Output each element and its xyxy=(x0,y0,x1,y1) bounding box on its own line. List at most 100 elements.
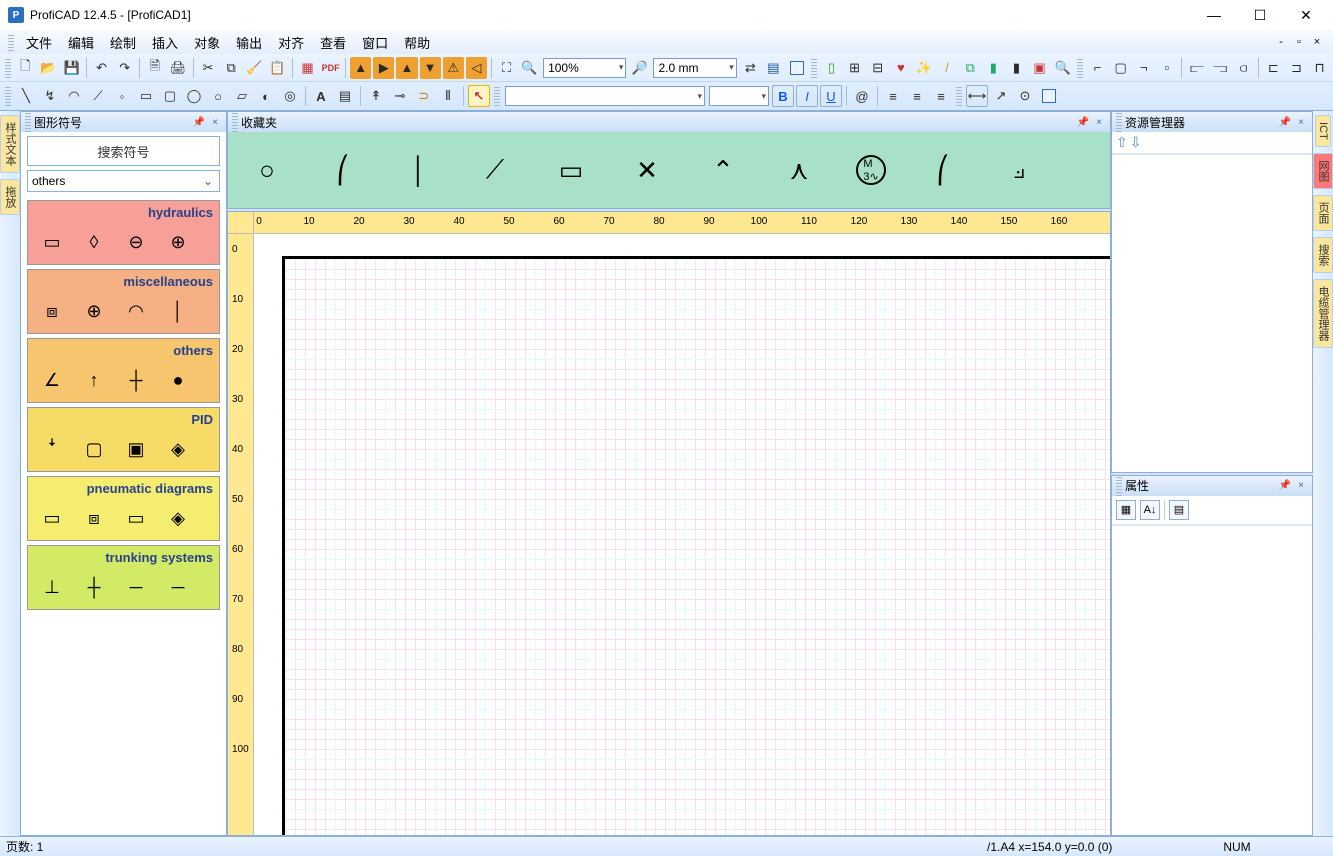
align-hc-obj[interactable]: ▢ xyxy=(1110,57,1131,79)
tool-brush-button[interactable]: / xyxy=(937,57,958,79)
fav-symbol-8[interactable]: ⋏ xyxy=(780,151,818,189)
align-top-obj[interactable]: ▫ xyxy=(1156,57,1177,79)
category-pid[interactable]: PID ꜜ▢▣◈ xyxy=(27,407,220,472)
tool-find-button[interactable]: 🔍 xyxy=(1052,57,1073,79)
italic-button[interactable]: I xyxy=(796,85,818,107)
color-button[interactable] xyxy=(786,57,807,79)
zoom-combo[interactable]: 100% xyxy=(543,58,626,78)
donut-tool[interactable]: ◎ xyxy=(279,85,301,107)
menu-output[interactable]: 输出 xyxy=(228,31,270,54)
arrange-3[interactable]: ⊓ xyxy=(1309,57,1330,79)
category-pneumatic[interactable]: pneumatic diagrams ▭⧈▭◈ xyxy=(27,476,220,541)
maximize-button[interactable]: ☐ xyxy=(1237,0,1283,30)
pin-icon[interactable]: 📌 xyxy=(1278,479,1292,493)
snap-grid-button[interactable]: ⇄ xyxy=(740,57,761,79)
fav-symbol-6[interactable]: ✕ xyxy=(628,151,666,189)
tool-green1[interactable]: ▯ xyxy=(821,57,842,79)
print-button[interactable]: 🖨 xyxy=(167,57,188,79)
new-button[interactable]: 🗋 xyxy=(15,57,36,79)
underline-button[interactable]: U xyxy=(820,85,842,107)
minimize-button[interactable]: — xyxy=(1191,0,1237,30)
cut-button[interactable]: ✂ xyxy=(197,57,218,79)
close-icon[interactable]: × xyxy=(1294,479,1308,493)
curve-tool[interactable]: ⟋ xyxy=(87,85,109,107)
paste-button[interactable]: 📋 xyxy=(267,57,288,79)
snap-combo[interactable]: 2.0 mm xyxy=(653,58,736,78)
close-button[interactable]: ✕ xyxy=(1283,0,1329,30)
flip-h-button[interactable]: ▲ xyxy=(350,57,371,79)
fav-symbol-9[interactable]: M3∿ xyxy=(856,155,886,185)
ruler-vertical[interactable]: 0102030405060708090100 xyxy=(228,234,254,835)
side-tab-search[interactable]: 搜索 xyxy=(1313,237,1333,273)
undo-button[interactable]: ↶ xyxy=(91,57,112,79)
preview-button[interactable]: 🗎 xyxy=(144,57,165,79)
polyline-tool[interactable]: ↯ xyxy=(39,85,61,107)
align-right-obj[interactable]: ¬ xyxy=(1133,57,1154,79)
ellipse-tool[interactable]: ◯ xyxy=(183,85,205,107)
category-select[interactable]: others xyxy=(27,170,220,192)
menu-view[interactable]: 查看 xyxy=(312,31,354,54)
prop-pages-button[interactable]: ▤ xyxy=(1169,500,1189,520)
dim-h-button[interactable]: ⟷ xyxy=(966,85,988,107)
tool-heart-button[interactable]: ♥ xyxy=(890,57,911,79)
save-button[interactable]: 💾 xyxy=(61,57,82,79)
menu-insert[interactable]: 插入 xyxy=(144,31,186,54)
tool-layers-button[interactable]: ⧉ xyxy=(960,57,981,79)
align-center-button[interactable]: ≡ xyxy=(906,85,928,107)
zoom-out-button[interactable]: 🔎 xyxy=(629,57,650,79)
prop-sort-button[interactable]: A↓ xyxy=(1140,500,1160,520)
menu-window[interactable]: 窗口 xyxy=(354,31,396,54)
explorer-body[interactable] xyxy=(1112,154,1312,472)
align-right-button[interactable]: ≡ xyxy=(930,85,952,107)
pointer-tool[interactable]: ↖ xyxy=(468,85,490,107)
copy-button[interactable]: ⧉ xyxy=(221,57,242,79)
text-tool[interactable]: A xyxy=(310,85,332,107)
category-hydraulics[interactable]: hydraulics ▭◊⊖⊕ xyxy=(27,200,220,265)
align-left-obj[interactable]: ⌐ xyxy=(1087,57,1108,79)
tool-org-button[interactable]: ⊞ xyxy=(844,57,865,79)
dist-h[interactable]: ⫍ xyxy=(1186,57,1207,79)
dimension-tool[interactable]: ↟ xyxy=(365,85,387,107)
properties-body[interactable] xyxy=(1112,525,1312,836)
side-tab-dragdrop[interactable]: 拖放 xyxy=(0,179,20,215)
bus-tool[interactable]: ⦀ xyxy=(437,85,459,107)
junction-tool[interactable]: ⊃ xyxy=(413,85,435,107)
pin-icon[interactable]: 📌 xyxy=(1076,115,1090,129)
circle-tool[interactable]: ○ xyxy=(207,85,229,107)
image-button[interactable]: ▦ xyxy=(297,57,318,79)
font-size-combo[interactable] xyxy=(709,86,769,106)
category-trunking[interactable]: trunking systems ⊥┼── xyxy=(27,545,220,610)
close-icon[interactable]: × xyxy=(208,115,222,129)
nav-up-icon[interactable]: ⇧ xyxy=(1116,134,1128,151)
dim-circle-button[interactable]: ⊙ xyxy=(1014,85,1036,107)
flip-v-button[interactable]: ▶ xyxy=(373,57,394,79)
pdf-button[interactable]: PDF xyxy=(320,57,341,79)
menu-file[interactable]: 文件 xyxy=(18,31,60,54)
arc-tool[interactable]: ◠ xyxy=(63,85,85,107)
mdi-close-icon[interactable]: × xyxy=(1309,35,1325,49)
drawing-canvas[interactable] xyxy=(254,234,1110,835)
side-tab-styletext[interactable]: 样式文本 xyxy=(0,115,20,173)
ruler-horizontal[interactable]: 0102030405060708090100110120130140150160 xyxy=(254,212,1110,234)
close-icon[interactable]: × xyxy=(1294,115,1308,129)
zoom-page-button[interactable]: ⛶ xyxy=(496,57,517,79)
side-tab-ict[interactable]: ICT xyxy=(1315,115,1331,147)
arc2-tool[interactable]: ◐ xyxy=(255,85,277,107)
textbox-tool[interactable]: ▤ xyxy=(334,85,356,107)
tool-book-button[interactable]: ▮ xyxy=(983,57,1004,79)
pin-icon[interactable]: 📌 xyxy=(192,115,206,129)
arrange-2[interactable]: ⊐ xyxy=(1286,57,1307,79)
fav-symbol-1[interactable]: ○ xyxy=(248,151,286,189)
font-combo[interactable] xyxy=(505,86,705,106)
pin-icon[interactable]: 📌 xyxy=(1278,115,1292,129)
side-tab-net[interactable]: 网图 xyxy=(1313,153,1333,189)
symbol-search-input[interactable]: 搜索符号 xyxy=(27,136,220,166)
fav-symbol-3[interactable]: │ xyxy=(400,151,438,189)
text-at-button[interactable]: @ xyxy=(851,85,873,107)
nav-down-icon[interactable]: ⇩ xyxy=(1130,134,1142,151)
rot-right-button[interactable]: ▼ xyxy=(420,57,441,79)
fav-symbol-5[interactable]: ▭ xyxy=(552,151,590,189)
tool-tree-button[interactable]: ⊟ xyxy=(867,57,888,79)
dist-v[interactable]: ⫎ xyxy=(1210,57,1231,79)
menu-help[interactable]: 帮助 xyxy=(396,31,438,54)
